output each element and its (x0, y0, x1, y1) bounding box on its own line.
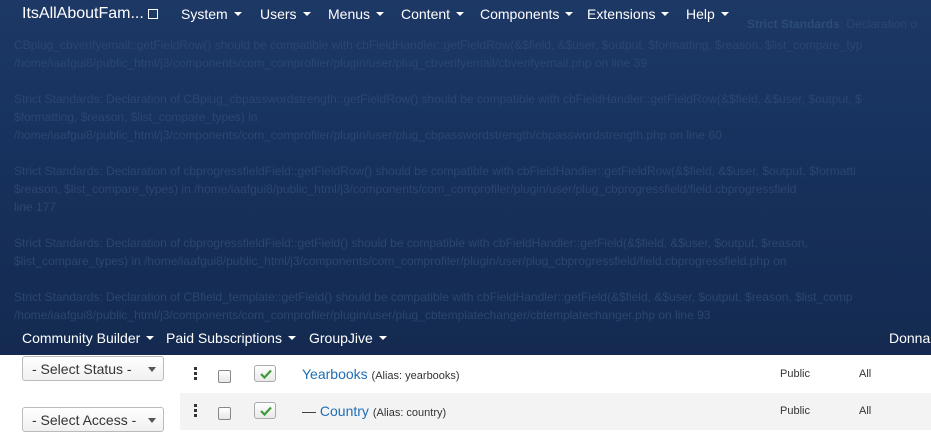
access-filter-value[interactable]: - Select Access - (32, 412, 136, 428)
user-name[interactable]: Donna (889, 330, 930, 346)
admin-header: ItsAllAboutFam... System Users Menus Con… (0, 0, 931, 355)
caret-down-icon (456, 12, 465, 17)
error-line: Strict Standards: Declaration of cbprogr… (14, 164, 856, 178)
category-link[interactable]: Country (320, 403, 369, 419)
table-row: — Country (Alias: country) Public All (180, 393, 931, 430)
category-link[interactable]: Yearbooks (302, 366, 368, 382)
error-line: /home/iaafgui8/public_html/j3/components… (14, 128, 722, 142)
component-menubar: Community Builder Paid Subscriptions Gro… (0, 324, 931, 354)
error-line: Strict Standards: Declaration of cbprogr… (14, 236, 808, 250)
language: All (859, 368, 872, 380)
check-icon (260, 369, 272, 379)
menu-extensions[interactable]: Extensions (587, 6, 670, 22)
dropdown-arrow-icon (148, 418, 156, 423)
published-toggle-button[interactable] (254, 402, 276, 419)
caret-down-icon (720, 12, 729, 17)
menu-help[interactable]: Help (686, 6, 729, 22)
access-level: Public (780, 405, 810, 417)
error-text: : Declaration o (839, 17, 918, 31)
menu-menus-label[interactable]: Menus (328, 6, 370, 22)
error-heading: Strict Standards (747, 17, 840, 31)
category-alias: (Alias: country) (372, 407, 447, 419)
menu-components-label[interactable]: Components (480, 6, 559, 22)
caret-down-icon (661, 12, 670, 17)
error-line: Strict Standards: Declaration o (747, 15, 917, 33)
caret-down-icon (146, 336, 155, 341)
menu-paid-subscriptions[interactable]: Paid Subscriptions (166, 330, 296, 346)
caret-down-icon (378, 336, 387, 341)
menu-system[interactable]: System (181, 6, 242, 22)
drag-handle-icon[interactable] (194, 367, 197, 382)
menu-help-label[interactable]: Help (686, 6, 715, 22)
table-row: Yearbooks (Alias: yearbooks) Public All (180, 356, 931, 393)
caret-down-icon (302, 12, 311, 17)
category-title: Yearbooks (Alias: yearbooks) (302, 366, 460, 382)
user-menu[interactable]: Donna (889, 330, 930, 346)
caret-down-icon (287, 336, 296, 341)
menu-menus[interactable]: Menus (328, 6, 385, 22)
error-line: $formatting, $reason, $list_compare_type… (14, 110, 258, 124)
caret-down-icon (233, 12, 242, 17)
error-line: /home/iaafgui8/public_html/j3/components… (14, 56, 647, 70)
menu-groupjive[interactable]: GroupJive (309, 330, 387, 346)
menu-community-builder[interactable]: Community Builder (22, 330, 155, 346)
check-icon (260, 406, 272, 416)
error-line: $list_compare_types) in /home/iaafgui8/p… (14, 254, 787, 268)
menu-components[interactable]: Components (480, 6, 574, 22)
language: All (859, 405, 872, 417)
status-filter-value[interactable]: - Select Status - (32, 361, 132, 377)
row-checkbox[interactable] (218, 370, 231, 383)
category-alias: (Alias: yearbooks) (371, 370, 460, 382)
menu-groupjive-label[interactable]: GroupJive (309, 330, 373, 346)
error-line: line 177 (14, 200, 57, 214)
drag-handle-icon[interactable] (194, 404, 197, 419)
menu-users-label[interactable]: Users (260, 6, 297, 22)
dropdown-arrow-icon (148, 367, 156, 372)
external-link-icon (147, 9, 158, 19)
menu-users[interactable]: Users (260, 6, 311, 22)
access-filter-select[interactable]: - Select Access - (22, 407, 164, 432)
error-line: CBplug_cbverifyemail::getFieldRow() shou… (14, 38, 863, 52)
content-area: - Select Status - - Select Access - Year… (0, 355, 931, 438)
site-link[interactable]: ItsAllAboutFam... (22, 5, 158, 23)
menu-paid-subscriptions-label[interactable]: Paid Subscriptions (166, 330, 282, 346)
published-toggle-button[interactable] (254, 365, 276, 382)
menu-content[interactable]: Content (401, 6, 465, 22)
menu-system-label[interactable]: System (181, 6, 228, 22)
level-prefix: — (302, 403, 320, 419)
row-checkbox[interactable] (218, 407, 231, 420)
menu-extensions-label[interactable]: Extensions (587, 6, 655, 22)
error-line: Strict Standards: Declaration of CBplug_… (14, 92, 862, 106)
menu-content-label[interactable]: Content (401, 6, 450, 22)
access-level: Public (780, 368, 810, 380)
error-line: /home/iaafgui8/public_html/j3/components… (14, 308, 711, 322)
error-line: Strict Standards: Declaration of CBfield… (14, 290, 853, 304)
category-title: — Country (Alias: country) (302, 403, 446, 419)
status-filter-select[interactable]: - Select Status - (22, 356, 164, 381)
menu-community-builder-label[interactable]: Community Builder (22, 330, 140, 346)
caret-down-icon (376, 12, 385, 17)
error-line: $reason, $list_compare_types) in /home/i… (14, 182, 797, 196)
caret-down-icon (565, 12, 574, 17)
site-name[interactable]: ItsAllAboutFam... (22, 5, 144, 22)
